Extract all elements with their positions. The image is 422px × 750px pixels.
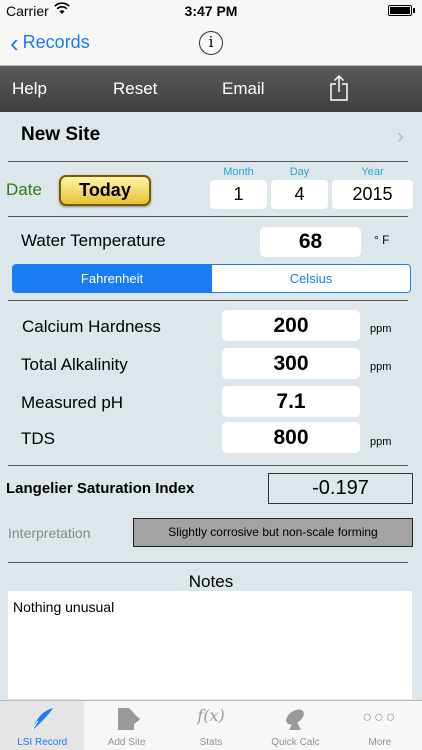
status-bar: Carrier 3:47 PM bbox=[0, 0, 422, 22]
divider bbox=[8, 216, 408, 217]
day-column: Day 4 bbox=[271, 166, 328, 209]
notes-textarea[interactable]: Nothing unusual bbox=[8, 591, 412, 699]
back-button[interactable]: ‹ Records bbox=[10, 27, 90, 58]
info-icon[interactable]: i bbox=[199, 31, 223, 55]
divider bbox=[8, 465, 408, 466]
calcium-hardness-label: Calcium Hardness bbox=[22, 317, 161, 336]
interpretation-label: Interpretation bbox=[8, 525, 91, 541]
tab-quick-calc[interactable]: Quick Calc bbox=[253, 701, 337, 750]
water-temperature-field[interactable]: 68 bbox=[260, 227, 361, 257]
help-button[interactable]: Help bbox=[12, 79, 47, 99]
year-field[interactable]: 2015 bbox=[332, 180, 413, 209]
navigation-bar: ‹ Records i bbox=[0, 22, 422, 66]
notes-title: Notes bbox=[188, 572, 234, 591]
reset-button[interactable]: Reset bbox=[113, 79, 157, 99]
today-button[interactable]: Today bbox=[59, 175, 151, 206]
satellite-dish-icon bbox=[253, 701, 337, 735]
tab-more[interactable]: ○○○ More bbox=[338, 701, 422, 750]
lsi-label: Langelier Saturation Index bbox=[6, 480, 195, 497]
total-alkalinity-label: Total Alkalinity bbox=[21, 355, 128, 374]
month-field[interactable]: 1 bbox=[210, 180, 267, 209]
tab-stats[interactable]: f(x) Stats bbox=[169, 701, 253, 750]
day-label: Day bbox=[289, 166, 310, 178]
month-label: Month bbox=[223, 166, 254, 178]
tab-label: Quick Calc bbox=[271, 737, 320, 748]
water-temperature-label: Water Temperature bbox=[21, 231, 166, 250]
tab-label: More bbox=[368, 737, 392, 748]
site-row[interactable]: New Site › bbox=[8, 112, 408, 162]
tab-label: Stats bbox=[199, 737, 223, 748]
tab-lsi-record[interactable]: LSI Record bbox=[0, 701, 85, 750]
email-button[interactable]: Email bbox=[222, 79, 265, 99]
measured-ph-label: Measured pH bbox=[21, 393, 124, 412]
fahrenheit-segment[interactable]: Fahrenheit bbox=[13, 265, 211, 292]
unit-toggle: Fahrenheit Celsius bbox=[12, 264, 411, 293]
celsius-segment[interactable]: Celsius bbox=[211, 265, 410, 292]
battery-icon bbox=[388, 5, 415, 16]
interpretation-value: Slightly corrosive but non-scale forming bbox=[133, 518, 413, 547]
year-label: Year bbox=[361, 166, 384, 178]
site-name: New Site bbox=[21, 124, 101, 145]
chevron-left-icon: ‹ bbox=[10, 27, 19, 58]
chevron-right-icon: › bbox=[396, 123, 404, 148]
tds-field[interactable]: 800 bbox=[222, 422, 360, 453]
tab-add-site[interactable]: Add Site bbox=[84, 701, 168, 750]
clock: 3:47 PM bbox=[184, 3, 238, 19]
quill-icon bbox=[0, 701, 84, 735]
calcium-hardness-field[interactable]: 200 bbox=[222, 310, 360, 341]
temperature-unit: ° F bbox=[374, 233, 390, 247]
function-icon: f(x) bbox=[197, 706, 225, 725]
share-icon[interactable] bbox=[330, 75, 348, 101]
divider bbox=[8, 562, 408, 563]
more-dots-icon: ○○○ bbox=[362, 709, 398, 726]
divider bbox=[8, 300, 408, 301]
tab-label: LSI Record bbox=[17, 737, 68, 748]
lsi-value: -0.197 bbox=[268, 473, 413, 504]
month-column: Month 1 bbox=[210, 166, 267, 209]
tds-label: TDS bbox=[21, 429, 55, 448]
toolbar: Help Reset Email bbox=[0, 66, 422, 112]
add-document-icon bbox=[84, 701, 168, 735]
tab-label: Add Site bbox=[107, 737, 146, 748]
measured-ph-field[interactable]: 7.1 bbox=[222, 386, 360, 417]
tab-bar: LSI Record Add Site f(x) Stats Quick Cal… bbox=[0, 700, 422, 750]
tds-unit: ppm bbox=[370, 436, 392, 448]
date-label: Date bbox=[6, 180, 42, 199]
back-button-label: Records bbox=[22, 32, 90, 52]
total-alkalinity-field[interactable]: 300 bbox=[222, 348, 360, 379]
alkalinity-unit: ppm bbox=[370, 361, 392, 373]
year-column: Year 2015 bbox=[332, 166, 413, 209]
calcium-unit: ppm bbox=[370, 323, 392, 335]
day-field[interactable]: 4 bbox=[271, 180, 328, 209]
